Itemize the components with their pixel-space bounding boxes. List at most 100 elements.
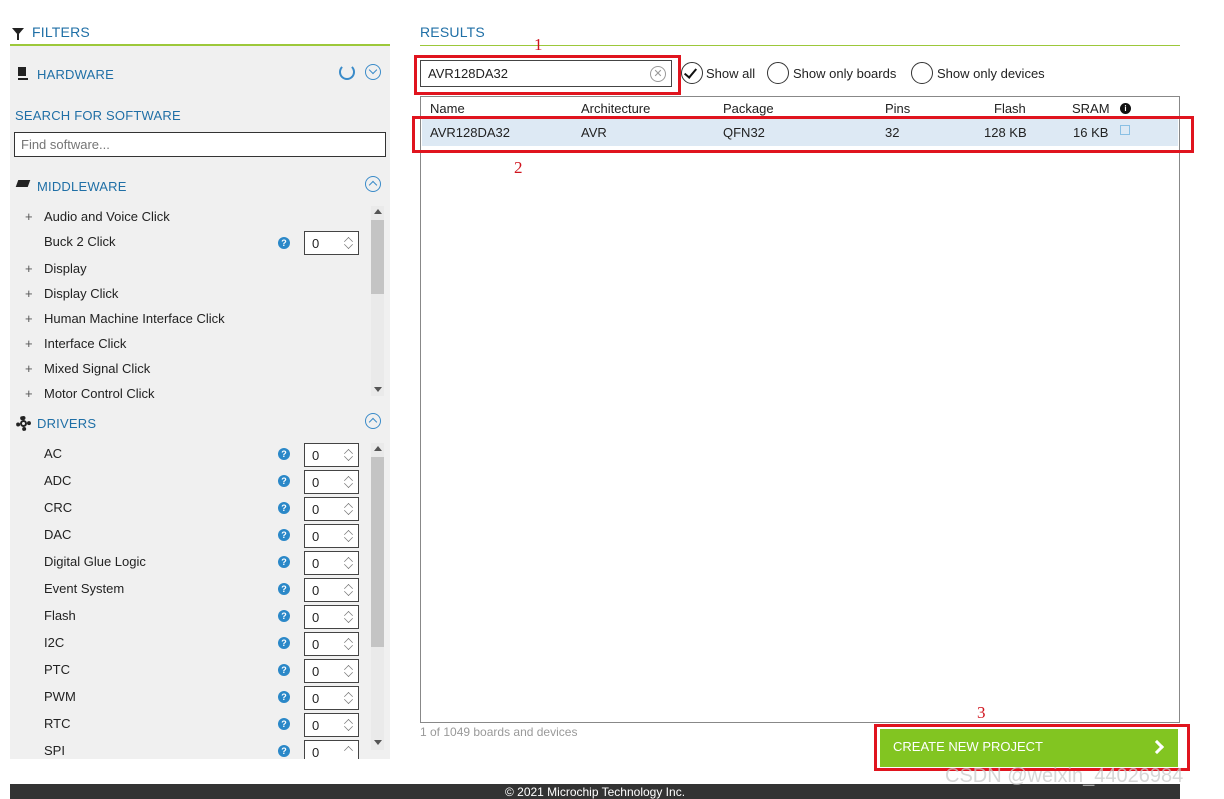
list-item[interactable]: Event System: [44, 581, 124, 596]
radio-show-boards[interactable]: [767, 62, 789, 84]
scrollbar-thumb[interactable]: [371, 457, 384, 647]
expand-icon[interactable]: +: [25, 311, 33, 326]
expand-icon[interactable]: +: [25, 286, 33, 301]
check-icon: [683, 65, 698, 79]
drivers-scrollbar[interactable]: [371, 443, 384, 750]
column-header-flash[interactable]: Flash: [994, 101, 1026, 116]
quantity-stepper[interactable]: 0: [304, 443, 359, 467]
column-header-pins[interactable]: Pins: [885, 101, 910, 116]
watermark: CSDN @weixin_44026984: [945, 765, 1184, 787]
hardware-icon: [18, 67, 26, 78]
quantity-stepper[interactable]: 0: [304, 524, 359, 548]
results-table: Name Architecture Package Pins Flash SRA…: [420, 96, 1180, 723]
quantity-stepper[interactable]: 0: [304, 497, 359, 521]
list-item[interactable]: Display Click: [44, 286, 118, 301]
info-icon[interactable]: i: [1120, 103, 1131, 114]
stepper-value: 0: [312, 610, 320, 625]
list-item[interactable]: SPI: [44, 743, 65, 758]
drivers-label: DRIVERS: [37, 416, 97, 431]
expand-hardware-icon[interactable]: [365, 64, 381, 80]
help-icon[interactable]: ?: [278, 237, 290, 249]
quantity-stepper[interactable]: 0: [304, 659, 359, 683]
quantity-stepper[interactable]: 0: [304, 686, 359, 710]
stepper-value: 0: [312, 691, 320, 706]
stepper-value: 0: [312, 502, 320, 517]
radio-show-devices[interactable]: [911, 62, 933, 84]
search-software-label: SEARCH FOR SOFTWARE: [15, 108, 181, 123]
help-icon[interactable]: ?: [278, 556, 290, 568]
quantity-stepper[interactable]: 0: [304, 740, 359, 759]
result-count: 1 of 1049 boards and devices: [420, 725, 578, 739]
list-item[interactable]: Buck 2 Click: [44, 234, 116, 249]
show-all-label[interactable]: Show all: [706, 66, 755, 81]
help-icon[interactable]: ?: [278, 718, 290, 730]
help-icon[interactable]: ?: [278, 448, 290, 460]
quantity-stepper[interactable]: 0: [304, 713, 359, 737]
collapse-middleware-icon[interactable]: [365, 176, 381, 192]
list-item[interactable]: I2C: [44, 635, 64, 650]
middleware-scrollbar[interactable]: [371, 206, 384, 396]
quantity-stepper[interactable]: 0: [304, 470, 359, 494]
help-icon[interactable]: ?: [278, 502, 290, 514]
list-item[interactable]: Interface Click: [44, 336, 126, 351]
list-item[interactable]: Audio and Voice Click: [44, 209, 170, 224]
quantity-stepper[interactable]: 0: [304, 632, 359, 656]
help-icon[interactable]: ?: [278, 691, 290, 703]
hardware-label: HARDWARE: [37, 67, 114, 82]
list-item[interactable]: Flash: [44, 608, 76, 623]
layers-icon: [15, 180, 31, 187]
annotation-number-2: 2: [514, 158, 523, 177]
list-item[interactable]: CRC: [44, 500, 72, 515]
scrollbar-thumb[interactable]: [371, 220, 384, 294]
column-header-package[interactable]: Package: [723, 101, 774, 116]
filters-panel: HARDWARE SEARCH FOR SOFTWARE MIDDLEWARE …: [10, 46, 390, 759]
expand-icon[interactable]: +: [25, 386, 33, 401]
stepper-value: 0: [312, 236, 320, 251]
help-icon[interactable]: ?: [278, 583, 290, 595]
stepper-value: 0: [312, 745, 320, 759]
help-icon[interactable]: ?: [278, 745, 290, 757]
quantity-stepper[interactable]: 0: [304, 231, 359, 255]
list-item[interactable]: Mixed Signal Click: [44, 361, 150, 376]
stepper-value: 0: [312, 583, 320, 598]
copyright-text: © 2021 Microchip Technology Inc.: [504, 785, 686, 799]
expand-icon[interactable]: +: [25, 336, 33, 351]
quantity-stepper[interactable]: 0: [304, 578, 359, 602]
list-item[interactable]: Digital Glue Logic: [44, 554, 146, 569]
column-header-name[interactable]: Name: [430, 101, 465, 116]
filters-header: FILTERS: [10, 22, 390, 46]
list-item[interactable]: Display: [44, 261, 87, 276]
quantity-stepper[interactable]: 0: [304, 605, 359, 629]
list-item[interactable]: Motor Control Click: [44, 386, 155, 401]
help-icon[interactable]: ?: [278, 664, 290, 676]
help-icon[interactable]: ?: [278, 637, 290, 649]
show-devices-label[interactable]: Show only devices: [937, 66, 1045, 81]
help-icon[interactable]: ?: [278, 529, 290, 541]
annotation-box-1: [414, 55, 681, 95]
list-item[interactable]: PWM: [44, 689, 76, 704]
expand-icon[interactable]: +: [25, 361, 33, 376]
refresh-icon[interactable]: [339, 64, 355, 80]
stepper-value: 0: [312, 448, 320, 463]
list-item[interactable]: Human Machine Interface Click: [44, 311, 225, 326]
column-header-sram[interactable]: SRAM: [1072, 101, 1110, 116]
list-item[interactable]: PTC: [44, 662, 70, 677]
list-item[interactable]: AC: [44, 446, 62, 461]
stepper-value: 0: [312, 475, 320, 490]
help-icon[interactable]: ?: [278, 610, 290, 622]
annotation-box-2: [412, 116, 1194, 153]
list-item[interactable]: DAC: [44, 527, 71, 542]
collapse-drivers-icon[interactable]: [365, 413, 381, 429]
radio-show-all[interactable]: [681, 62, 703, 84]
show-boards-label[interactable]: Show only boards: [793, 66, 896, 81]
list-item[interactable]: RTC: [44, 716, 70, 731]
help-icon[interactable]: ?: [278, 475, 290, 487]
quantity-stepper[interactable]: 0: [304, 551, 359, 575]
expand-icon[interactable]: +: [25, 209, 33, 224]
stepper-value: 0: [312, 664, 320, 679]
stepper-value: 0: [312, 556, 320, 571]
expand-icon[interactable]: +: [25, 261, 33, 276]
column-header-architecture[interactable]: Architecture: [581, 101, 650, 116]
software-search-input[interactable]: [14, 132, 386, 157]
list-item[interactable]: ADC: [44, 473, 71, 488]
